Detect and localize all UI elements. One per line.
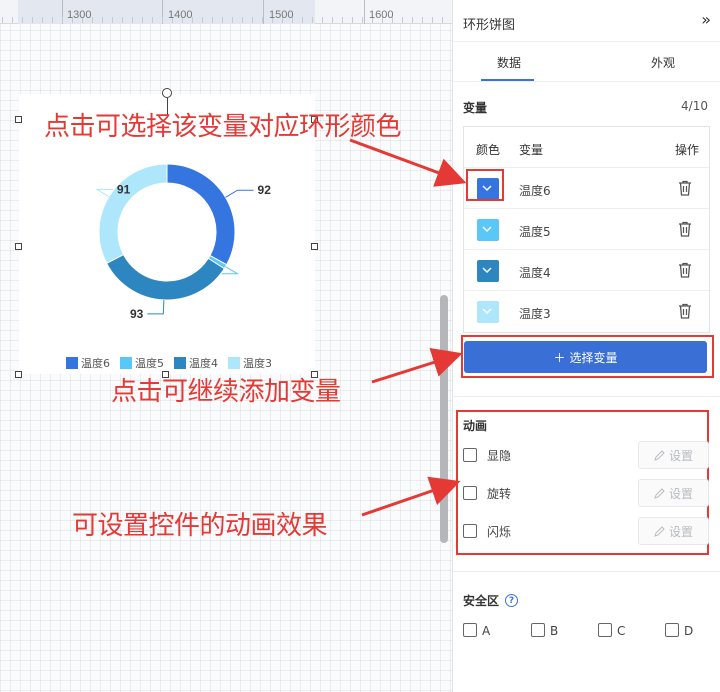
annotation-arrow xyxy=(371,348,463,384)
annotation-arrows xyxy=(349,138,467,517)
annotation-arrow xyxy=(349,138,467,187)
annotation-arrow xyxy=(361,476,461,517)
